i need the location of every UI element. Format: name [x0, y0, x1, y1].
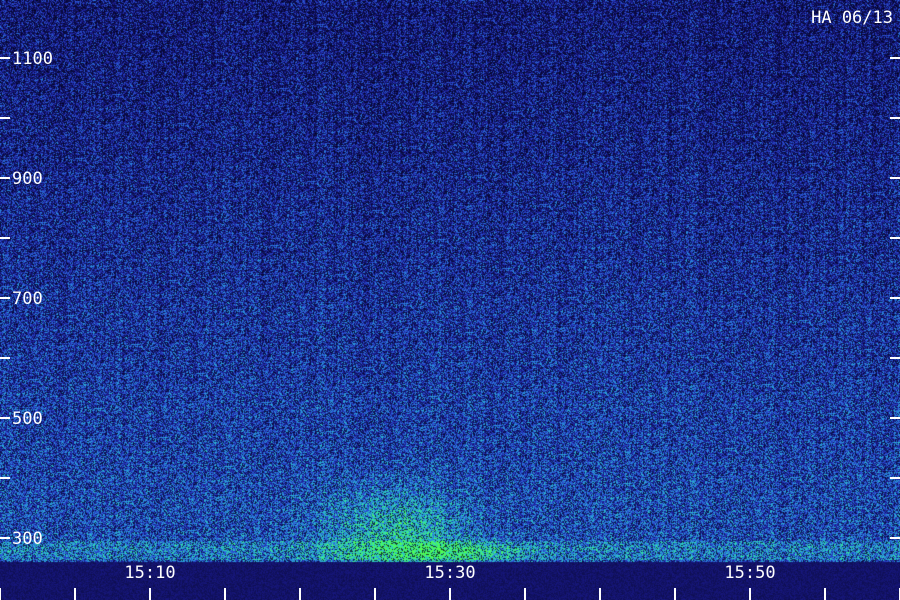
y-tick-label: 700	[12, 289, 43, 309]
y-tick-label: 500	[12, 409, 43, 429]
x-tick-label: 15:30	[424, 563, 475, 583]
chart-title: HA 06/13	[811, 8, 893, 28]
x-axis: 15:10 15:30 15:50	[0, 563, 900, 600]
x-tick-label: 15:50	[724, 563, 775, 583]
x-tick-label: 15:10	[124, 563, 175, 583]
spectrogram-chart: 300 500 700 900 1100 15:10 15:30 15:50 HA 06/1…	[0, 0, 900, 600]
y-tick-label: 1100	[12, 49, 53, 69]
y-tick-label: 900	[12, 169, 43, 189]
y-tick-label: 300	[12, 529, 43, 549]
y-axis: 300 500 700 900 1100	[0, 49, 900, 549]
axes-overlay: 300 500 700 900 1100 15:10 15:30 15:50 HA 06/1…	[0, 8, 900, 600]
